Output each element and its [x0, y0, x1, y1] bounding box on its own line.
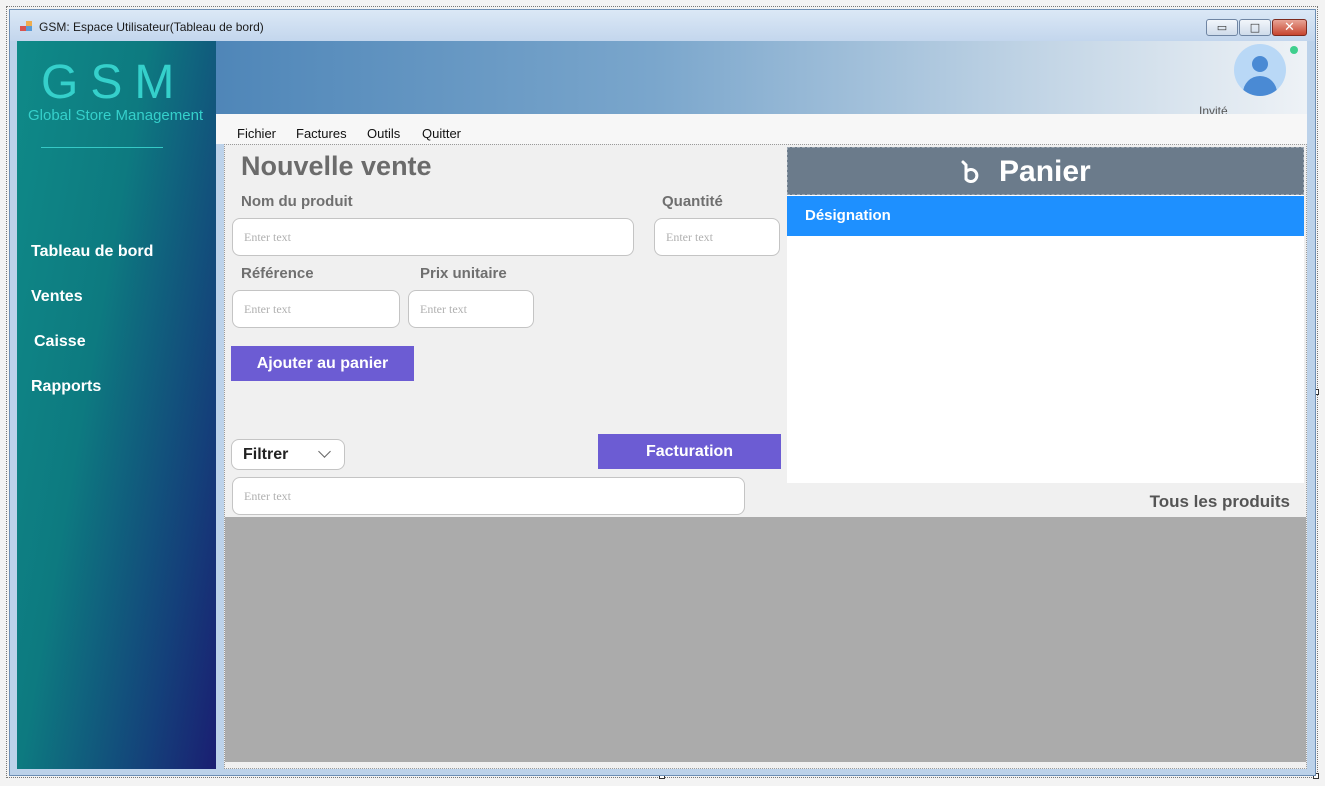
title-bar: GSM: Espace Utilisateur(Tableau de bord)…	[10, 10, 1315, 41]
page-title: Nouvelle vente	[241, 151, 432, 181]
header-banner: Invité	[216, 41, 1307, 118]
avatar-head	[1252, 56, 1268, 72]
unit-price-input[interactable]	[408, 290, 534, 328]
close-icon: ✕	[1284, 20, 1295, 35]
online-status-dot	[1290, 46, 1298, 54]
designation-column-label: Désignation	[805, 207, 891, 224]
invoice-button[interactable]: Facturation	[598, 434, 781, 469]
filter-dropdown[interactable]: Filtrer	[231, 439, 345, 470]
logo-divider	[41, 147, 163, 148]
add-to-cart-button[interactable]: Ajouter au panier	[231, 346, 414, 381]
unit-price-label: Prix unitaire	[420, 265, 507, 282]
chevron-down-icon	[318, 445, 331, 458]
main-content: Nouvelle vente Nom du produit Quantité R…	[224, 144, 1307, 769]
search-input[interactable]	[232, 477, 745, 515]
cart-header: Panier	[787, 147, 1304, 195]
quantity-input[interactable]	[654, 218, 780, 256]
menu-quitter[interactable]: Quitter	[422, 126, 461, 141]
reference-label: Référence	[241, 265, 314, 282]
menu-bar: Fichier Factures Outils Quitter	[216, 114, 1307, 144]
minimize-icon: ▭	[1216, 21, 1228, 34]
app-window: GSM: Espace Utilisateur(Tableau de bord)…	[9, 9, 1316, 776]
sidebar: GSM Global Store Management Tableau de b…	[17, 41, 216, 769]
cart-panel: Panier Désignation	[787, 147, 1304, 483]
close-button[interactable]: ✕	[1272, 19, 1307, 36]
logo-subtitle: Global Store Management	[28, 107, 204, 124]
minimize-button[interactable]: ▭	[1206, 19, 1238, 36]
window-title: GSM: Espace Utilisateur(Tableau de bord)	[39, 20, 264, 34]
logo-title: GSM	[41, 56, 187, 109]
avatar-body	[1243, 76, 1277, 96]
maximize-icon: □	[1249, 21, 1261, 34]
user-avatar-icon[interactable]	[1234, 44, 1286, 96]
filter-dropdown-label: Filtrer	[243, 446, 289, 463]
cart-icon	[961, 160, 979, 183]
cart-column-header[interactable]: Désignation	[787, 196, 1304, 236]
sidebar-item-ventes[interactable]: Ventes	[31, 288, 83, 306]
sidebar-item-rapports[interactable]: Rapports	[31, 378, 101, 396]
sidebar-item-tableau-de-bord[interactable]: Tableau de bord	[31, 243, 153, 261]
products-grid[interactable]	[225, 517, 1306, 762]
menu-outils[interactable]: Outils	[367, 126, 400, 141]
quantity-label: Quantité	[662, 193, 723, 210]
app-icon	[20, 21, 32, 32]
reference-input[interactable]	[232, 290, 400, 328]
product-name-input[interactable]	[232, 218, 634, 256]
sidebar-item-caisse[interactable]: Caisse	[34, 333, 86, 351]
menu-fichier[interactable]: Fichier	[237, 126, 276, 141]
maximize-button[interactable]: □	[1239, 19, 1271, 36]
cart-title: Panier	[999, 155, 1091, 188]
product-name-label: Nom du produit	[241, 193, 353, 210]
menu-factures[interactable]: Factures	[296, 126, 347, 141]
all-products-title: Tous les produits	[1149, 492, 1290, 511]
